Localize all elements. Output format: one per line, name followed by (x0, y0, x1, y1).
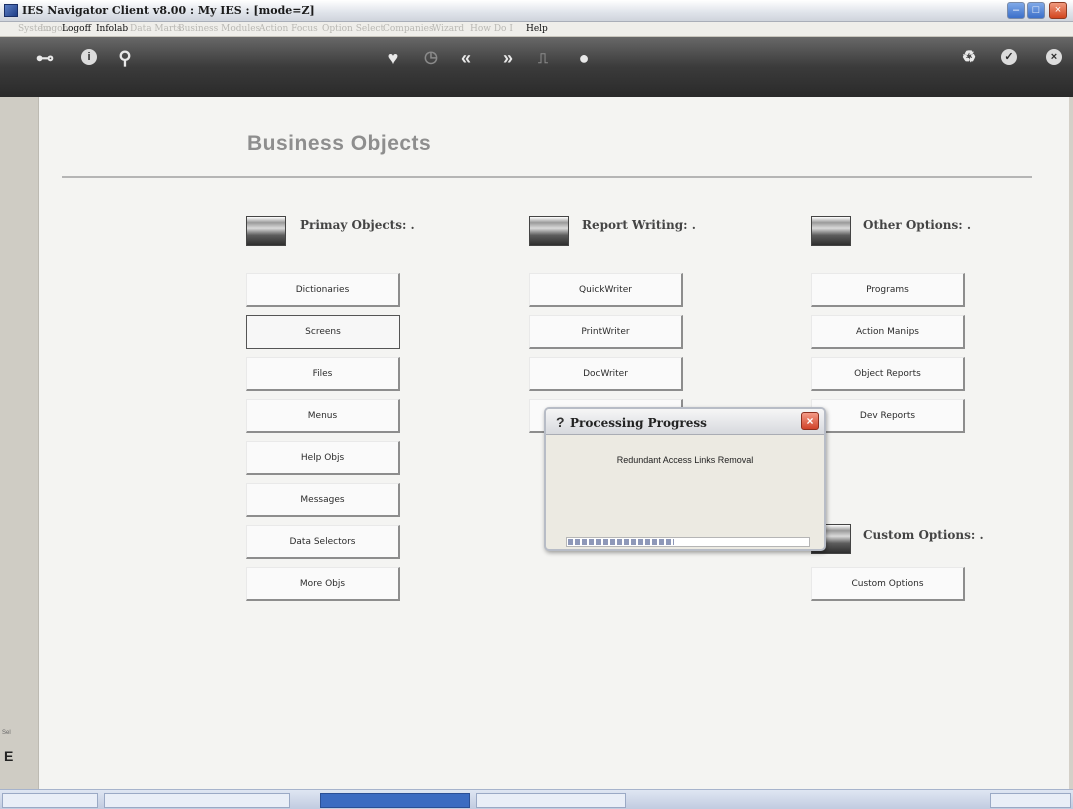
check-icon[interactable]: ✓ (1001, 49, 1017, 65)
help-objs-button[interactable]: Help Objs (246, 441, 400, 475)
primary-section-label: Primay Objects: . (300, 218, 415, 232)
dev-reports-button[interactable]: Dev Reports (811, 399, 965, 433)
exit-icon[interactable]: × (1046, 49, 1062, 65)
page-title: Business Objects (247, 132, 432, 155)
print-icon[interactable]: ⎍ (530, 45, 556, 71)
maximize-icon[interactable]: □ (1027, 2, 1045, 19)
taskbar-item[interactable] (2, 793, 98, 808)
left-panel (0, 97, 38, 789)
dialog-message: Redundant Access Links Removal (616, 455, 754, 465)
dialog-titlebar[interactable]: ? Processing Progress × (546, 409, 824, 435)
screens-button[interactable]: Screens (246, 315, 400, 349)
side-label: Sel (2, 730, 11, 736)
other-section-label: Other Options: . (863, 218, 972, 232)
minimize-icon[interactable]: – (1007, 2, 1025, 19)
dictionaries-button[interactable]: Dictionaries (246, 273, 400, 307)
toolbar: ⊷ i ⚲ ♥ ◷ « » ⎍ ● ♻ ✓ × (0, 37, 1073, 97)
progress-icon: ? (556, 414, 565, 430)
progress-fill (568, 539, 674, 545)
other-section-icon (811, 216, 851, 246)
dialog-close-icon[interactable]: × (801, 412, 819, 430)
stop-icon[interactable]: ● (571, 45, 597, 71)
refresh-icon[interactable]: ♻ (956, 45, 982, 71)
report-section-label: Report Writing: . (582, 218, 696, 232)
taskbar-item[interactable] (476, 793, 626, 808)
clock-icon[interactable]: ◷ (418, 45, 444, 71)
docwriter-button[interactable]: DocWriter (529, 357, 683, 391)
custom-options-button[interactable]: Custom Options (811, 567, 965, 601)
custom-section-label: Custom Options: . (863, 528, 984, 542)
menu-infolab[interactable]: Infolab (96, 24, 128, 34)
info-icon[interactable]: i (81, 49, 97, 65)
more-objs-button[interactable]: More Objs (246, 567, 400, 601)
programs-button[interactable]: Programs (811, 273, 965, 307)
menu-option-select[interactable]: Option Select (322, 24, 384, 34)
window-titlebar: IES Navigator Client v8.00 : My IES : [m… (0, 0, 1073, 22)
progress-bar (566, 537, 810, 547)
side-letter: E (4, 748, 14, 764)
taskbar-item-active[interactable] (320, 793, 470, 808)
menu-action-focus[interactable]: Action Focus (259, 24, 318, 34)
taskbar (0, 789, 1073, 809)
menu-companies[interactable]: Companies (383, 24, 434, 34)
title-divider (62, 176, 1032, 178)
primary-section-icon (246, 216, 286, 246)
menu-help[interactable]: Help (526, 24, 548, 34)
data-selectors-button[interactable]: Data Selectors (246, 525, 400, 559)
search-icon[interactable]: ⚲ (112, 45, 138, 71)
menu-wizard[interactable]: Wizard (432, 24, 464, 34)
menus-button[interactable]: Menus (246, 399, 400, 433)
menu-logoff[interactable]: Logoff (62, 24, 91, 34)
processing-dialog: ? Processing Progress × Redundant Access… (544, 407, 826, 551)
object-reports-button[interactable]: Object Reports (811, 357, 965, 391)
quickwriter-button[interactable]: QuickWriter (529, 273, 683, 307)
system-tray (990, 793, 1071, 808)
files-button[interactable]: Files (246, 357, 400, 391)
menu-bar: System Logon Logoff Infolab Data Marts B… (0, 22, 1073, 37)
key-icon[interactable]: ⊷ (32, 45, 58, 71)
printwriter-button[interactable]: PrintWriter (529, 315, 683, 349)
action-manips-button[interactable]: Action Manips (811, 315, 965, 349)
taskbar-item[interactable] (104, 793, 290, 808)
forward-icon[interactable]: » (495, 45, 521, 71)
close-icon[interactable]: × (1049, 2, 1067, 19)
app-logo-icon (4, 4, 18, 17)
report-section-icon (529, 216, 569, 246)
menu-business-modules[interactable]: Business Modules (178, 24, 260, 34)
dialog-title: Processing Progress (570, 416, 707, 430)
window-title: IES Navigator Client v8.00 : My IES : [m… (22, 4, 315, 17)
back-icon[interactable]: « (453, 45, 479, 71)
menu-data-marts[interactable]: Data Marts (130, 24, 182, 34)
menu-how-do-i[interactable]: How Do I (470, 24, 513, 34)
messages-button[interactable]: Messages (246, 483, 400, 517)
heart-icon[interactable]: ♥ (380, 45, 406, 71)
